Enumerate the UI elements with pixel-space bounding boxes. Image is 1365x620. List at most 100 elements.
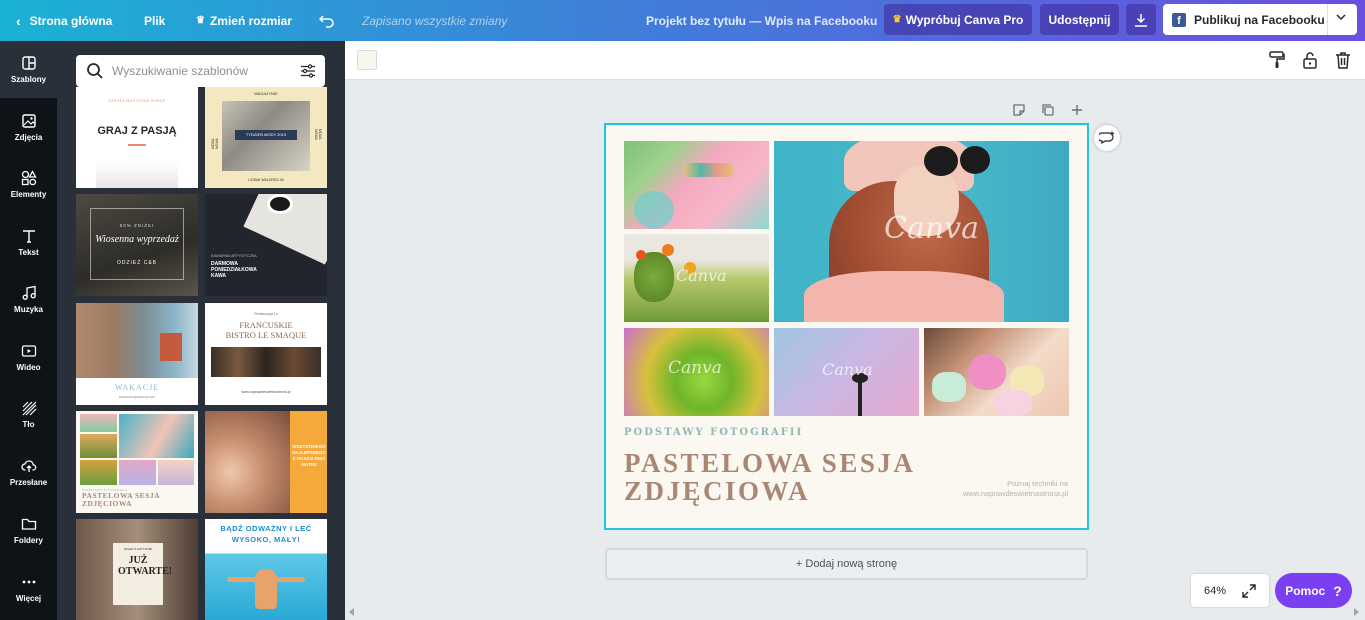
template-card[interactable]: KAWIARNIA ARTYSTYCZNA DARMOWA PONIEDZIAŁ… (205, 194, 327, 296)
publish-facebook-button[interactable]: f Publikuj na Facebooku (1163, 4, 1357, 35)
zoom-control[interactable]: 64% (1191, 574, 1269, 607)
background-color-swatch[interactable] (357, 50, 377, 70)
template-title: FRANCUSKIE BISTRO LE SMAQUE (225, 320, 307, 340)
download-button[interactable] (1126, 4, 1156, 35)
comment-plus-icon (1099, 131, 1114, 145)
project-title[interactable]: Projekt bez tytułu — Wpis na Facebooku (646, 0, 877, 41)
sidebar-item-uploads[interactable]: Przesłane (0, 444, 57, 501)
photo-woman-pink-hat[interactable]: Canva (774, 141, 1069, 322)
sidebar-item-templates[interactable]: Szablony (0, 41, 57, 98)
design-note[interactable]: Poznaj techniki na www.naprawdeswietnast… (940, 479, 1068, 499)
template-card[interactable]: WAKACJE www.biuropodrozy.com (76, 303, 198, 405)
publish-label: Publikuj na Facebooku (1194, 12, 1325, 27)
templates-icon (21, 56, 36, 70)
sidebar-item-photos[interactable]: Zdjęcia (0, 99, 57, 156)
template-card[interactable]: WSZYSTKIEGO NAJLEPSZEGO Z OKAZJI DNIA MA… (205, 411, 327, 513)
undo-button[interactable] (319, 0, 335, 41)
music-icon (22, 285, 36, 300)
photo-pastel-sky[interactable]: Canva (774, 328, 919, 416)
filter-icon[interactable] (300, 63, 316, 79)
template-kicker: Restauracja Le (254, 312, 278, 316)
sidebar-item-music[interactable]: Muzyka (0, 271, 57, 328)
trash-icon[interactable] (1335, 51, 1351, 69)
try-pro-label: Wypróbuj Canva Pro (905, 12, 1024, 27)
design-title[interactable]: PASTELOWA SESJA ZDJĘCIOWA (624, 449, 915, 505)
sidebar-item-elements[interactable]: Elementy (0, 156, 57, 213)
design-subtitle[interactable]: PODSTAWY FOTOGRAFII (624, 427, 803, 438)
template-title: BĄDŹ ODWAŻNY I LEĆ WYSOKO, MAŁY! (220, 524, 312, 544)
duplicate-page-icon[interactable] (1041, 103, 1055, 117)
sidebar-item-label: Zdjęcia (14, 133, 43, 142)
sidebar-item-label: Foldery (14, 536, 43, 545)
sidebar-item-label: Muzyka (14, 305, 43, 314)
templates-panel: Wyszukiwanie szablonów SZKOŁA MUZYCZNA B… (57, 41, 345, 620)
sidebar-item-text[interactable]: Tekst (0, 214, 57, 271)
template-card[interactable]: SKLEP Z ANTYKAMI JUŻ OTWARTE! (76, 519, 198, 620)
watermark: Canva (884, 211, 979, 246)
photo-cactus-fruit[interactable]: Canva (624, 234, 769, 322)
scroll-right-arrow-icon[interactable] (1353, 608, 1359, 616)
home-button[interactable]: ‹ Strona główna (16, 0, 112, 41)
sidebar-item-background[interactable]: Tło (0, 386, 57, 443)
template-card[interactable]: MAGAZYNIE TYDZIEŃ MODY 2019 MODA NOWA MO… (205, 87, 327, 188)
note-icon[interactable] (1012, 103, 1026, 117)
search-input[interactable]: Wyszukiwanie szablonów (112, 64, 248, 78)
photo-jewelry[interactable] (624, 141, 769, 229)
photo-cactus-spines[interactable]: Canva (624, 328, 769, 416)
shapes-icon (21, 170, 37, 186)
template-footer: www.biuropodrozy.com (119, 395, 155, 399)
fullscreen-icon[interactable] (1242, 584, 1256, 598)
add-page-icon[interactable] (1070, 103, 1084, 117)
template-title: TYDZIEŃ MODY 2019 (235, 130, 297, 140)
design-title-line: PASTELOWA SESJA (624, 448, 916, 478)
template-card[interactable]: 50% ZNIŻKI Wiosenna wyprzedaż ODZIEŻ C&B (76, 194, 198, 296)
template-card[interactable]: PODSTAWY FOTOGRAFII PASTELOWA SESJA ZDJĘ… (76, 411, 198, 513)
template-side-label: MODA NOWA (314, 129, 322, 140)
watermark: Canva (676, 266, 727, 285)
sidebar-item-more[interactable]: Więcej (0, 560, 57, 617)
help-button[interactable]: Pomoc ? (1275, 573, 1352, 608)
top-bar: ‹ Strona główna Plik ♛ Zmień rozmiar Zap… (0, 0, 1365, 41)
design-note-line: Poznaj techniki na (1007, 479, 1068, 488)
photo-candy-hearts[interactable] (924, 328, 1069, 416)
background-pattern-icon (22, 401, 36, 416)
help-label: Pomoc (1285, 583, 1326, 598)
sidebar-item-label: Więcej (15, 594, 42, 603)
sidebar-item-video[interactable]: Wideo (0, 329, 57, 386)
template-title: PASTELOWA SESJA ZDJĘCIOWA (82, 491, 160, 508)
template-title: JUŻ OTWARTE! (118, 555, 173, 577)
search-bar[interactable]: Wyszukiwanie szablonów (76, 55, 325, 87)
template-kicker: MAGAZYNIE (254, 91, 278, 96)
crown-icon: ♛ (892, 14, 902, 25)
lock-icon[interactable] (1302, 51, 1318, 69)
sidebar-item-label: Elementy (10, 190, 47, 199)
share-button[interactable]: Udostępnij (1040, 4, 1119, 35)
more-dots-icon (22, 580, 35, 584)
watermark: Canva (668, 358, 722, 378)
paint-roller-icon[interactable] (1269, 51, 1285, 69)
template-card[interactable]: BĄDŹ ODWAŻNY I LEĆ WYSOKO, MAŁY! (205, 519, 327, 620)
resize-button[interactable]: ♛ Zmień rozmiar (196, 0, 292, 41)
design-title-line: ZDJĘCIOWA (624, 476, 811, 506)
chevron-down-icon[interactable] (1335, 11, 1347, 26)
add-new-page-button[interactable]: + Dodaj nową stronę (605, 548, 1088, 580)
undo-icon (319, 14, 334, 28)
download-icon (1135, 13, 1147, 27)
template-title: WAKACJE (114, 383, 160, 392)
scroll-left-arrow-icon[interactable] (349, 608, 355, 616)
sidebar-item-folders[interactable]: Foldery (0, 502, 57, 559)
facebook-icon: f (1172, 12, 1186, 27)
zoom-level[interactable]: 64% (1204, 585, 1226, 597)
template-card[interactable]: Restauracja Le FRANCUSKIE BISTRO LE SMAQ… (205, 303, 327, 405)
side-nav: Szablony Zdjęcia Elementy Tekst Muzyka W… (0, 41, 57, 620)
crown-icon: ♛ (196, 15, 205, 26)
try-pro-button[interactable]: ♛ Wypróbuj Canva Pro (884, 4, 1032, 35)
template-kicker: KAWIARNIA ARTYSTYCZNA (211, 254, 257, 258)
file-menu[interactable]: Plik (144, 0, 165, 41)
sidebar-item-label: Tekst (18, 248, 39, 257)
chevron-left-icon: ‹ (16, 12, 21, 29)
save-status: Zapisano wszystkie zmiany (362, 13, 508, 28)
template-footer: ODZIEŻ C&B (116, 260, 157, 266)
template-card[interactable]: SZKOŁA MUZYCZNA BOSSE GRAJ Z PASJĄ (76, 87, 198, 188)
add-comment-button[interactable] (1094, 125, 1120, 151)
